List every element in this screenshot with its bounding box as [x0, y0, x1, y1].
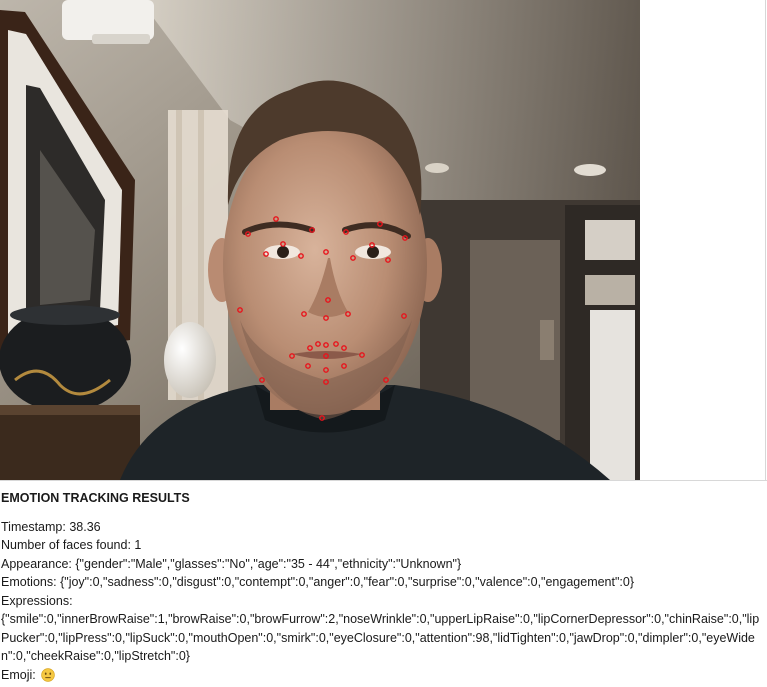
ceiling-light-2	[425, 163, 449, 173]
faces-row: Number of faces found: 1	[1, 536, 763, 555]
urn-rim	[10, 305, 120, 325]
side-table-top	[0, 405, 140, 415]
emotions-label: Emotions:	[1, 575, 57, 589]
webcam-scene	[0, 0, 640, 480]
emotions-row: Emotions: {"joy":0,"sadness":0,"disgust"…	[1, 573, 763, 592]
timestamp-label: Timestamp:	[1, 519, 66, 534]
section-divider	[0, 480, 767, 481]
emotion-results-panel: EMOTION TRACKING RESULTS Timestamp: 38.3…	[1, 489, 763, 684]
expressions-label: Expressions:	[1, 593, 73, 608]
faces-label: Number of faces found:	[1, 538, 131, 552]
timestamp-row: Timestamp: 38.36	[1, 518, 763, 537]
expressions-value: {"smile":0,"innerBrowRaise":1,"browRaise…	[1, 612, 760, 663]
white-vase	[164, 322, 216, 398]
refrigerator	[590, 310, 635, 480]
emotions-value: {"joy":0,"sadness":0,"disgust":0,"contem…	[60, 575, 635, 589]
shelf-items	[585, 220, 635, 260]
emoji-row: Emoji:	[1, 666, 763, 685]
emoji-label: Emoji:	[1, 667, 36, 682]
webcam-video-frame	[0, 0, 640, 480]
wall-frame-small	[540, 320, 554, 360]
neutral-face-icon	[41, 667, 55, 682]
appearance-value: {"gender":"Male","glasses":"No","age":"3…	[75, 556, 462, 571]
appearance-row: Appearance: {"gender":"Male","glasses":"…	[1, 555, 763, 574]
air-conditioner-vent	[92, 34, 150, 44]
right-pupil	[367, 246, 379, 258]
side-table	[0, 405, 140, 480]
shelf-items-lower	[585, 275, 635, 305]
faces-value: 1	[134, 538, 142, 552]
results-heading: EMOTION TRACKING RESULTS	[1, 491, 190, 505]
panel-border	[765, 0, 766, 480]
appearance-label: Appearance:	[1, 556, 72, 571]
left-pupil	[277, 246, 289, 258]
ceiling-light	[574, 164, 606, 176]
timestamp-value: 38.36	[69, 519, 101, 534]
